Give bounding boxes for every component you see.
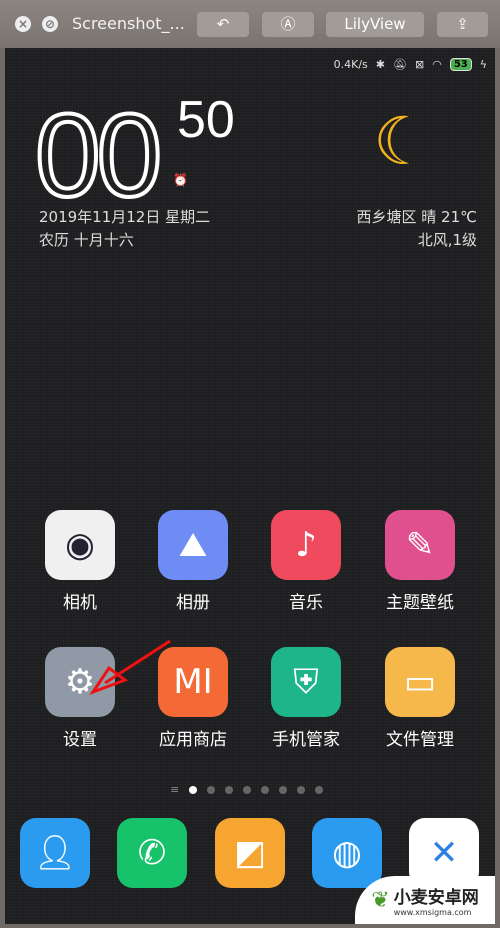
wifi-icon: ◠	[432, 58, 442, 71]
watermark: ❦ 小麦安卓网 www.xmsigma.com	[355, 876, 495, 924]
title-bar: × ⊘ Screenshot_... ↶ Ⓐ LilyView ⇪	[0, 0, 500, 48]
watermark-url: www.xmsigma.com	[393, 908, 472, 917]
clock-minutes[interactable]: 50	[177, 90, 235, 150]
themes-icon: ✎	[385, 510, 455, 580]
charging-icon: ϟ	[479, 58, 487, 71]
moon-icon: ☾	[373, 103, 433, 180]
mute-icon: 🔕︎	[393, 58, 407, 71]
watermark-name: 小麦安卓网	[393, 888, 479, 908]
date-block: 2019年11月12日 星期二 农历 十月十六	[39, 206, 210, 252]
app-security[interactable]: ⛨ 手机管家	[251, 647, 361, 750]
app-label: 设置	[63, 730, 97, 750]
app-label: 音乐	[289, 593, 323, 613]
page-indicator[interactable]: ≡	[170, 783, 324, 796]
dock-phone-icon[interactable]: ✆	[117, 818, 187, 888]
page-dot[interactable]	[207, 785, 216, 794]
dock-messages-icon[interactable]: ◩	[215, 818, 285, 888]
app-themes[interactable]: ✎ 主题壁纸	[365, 510, 475, 613]
menu-icon: ≡	[170, 783, 180, 796]
weather-block[interactable]: 西乡塘区 晴 21℃ 北风,1级	[357, 206, 477, 252]
music-icon: ♪	[271, 510, 341, 580]
rotate-button[interactable]: ↶	[197, 12, 249, 37]
red-arrow-annotation	[89, 639, 171, 696]
app-label: 应用商店	[159, 730, 227, 750]
app-label: 文件管理	[386, 730, 454, 750]
app-file-manager[interactable]: ▭ 文件管理	[365, 647, 475, 750]
app-music[interactable]: ♪ 音乐	[251, 510, 361, 613]
camera-icon: ◉	[45, 510, 115, 580]
weather-wind: 北风,1级	[417, 231, 477, 249]
wheat-logo-icon: ❦	[371, 887, 390, 913]
window-title: Screenshot_...	[72, 14, 185, 33]
security-icon: ⛨	[271, 647, 341, 717]
clock-hours[interactable]: 00	[33, 88, 164, 224]
page-dot[interactable]	[225, 785, 234, 794]
app-gallery[interactable]: ⛰ 相册	[138, 510, 248, 613]
page-dot[interactable]	[243, 785, 252, 794]
alarm-icon: ⏰	[173, 173, 188, 187]
sim-icon: ⊠	[414, 58, 425, 71]
lunar-date: 农历 十月十六	[39, 231, 134, 249]
app-label: 相机	[63, 593, 97, 613]
battery-indicator: 53	[449, 58, 472, 71]
phone-screen: 0.4K/s ✱ 🔕︎ ⊠ ◠ 53 ϟ 00 50 ⏰ 2019年11月12日…	[5, 48, 495, 924]
app-label: 相册	[176, 593, 210, 613]
date: 2019年11月12日 星期二	[39, 208, 211, 226]
page-dot[interactable]	[279, 785, 288, 794]
page-dot-active[interactable]	[189, 785, 198, 794]
weather-location: 西乡塘区 晴 21℃	[356, 208, 477, 226]
gallery-icon: ⛰	[158, 510, 228, 580]
dock-contacts-icon[interactable]: 👤︎	[20, 818, 90, 888]
close-icon[interactable]: ×	[15, 16, 31, 32]
markup-button[interactable]: Ⓐ	[262, 12, 314, 37]
page-dot[interactable]	[297, 785, 306, 794]
dock-browser-icon[interactable]: ◍	[312, 818, 382, 888]
page-dot[interactable]	[315, 785, 324, 794]
bluetooth-icon: ✱	[375, 58, 386, 71]
status-bar: 0.4K/s ✱ 🔕︎ ⊠ ◠ 53 ϟ	[334, 58, 487, 71]
app-label: 主题壁纸	[386, 593, 454, 613]
page-dot[interactable]	[261, 785, 270, 794]
share-button[interactable]: ⇪	[437, 12, 488, 37]
app-label: 手机管家	[272, 730, 340, 750]
open-with-lilyview-button[interactable]: LilyView	[326, 12, 424, 37]
file-manager-icon: ▭	[385, 647, 455, 717]
app-camera[interactable]: ◉ 相机	[25, 510, 135, 613]
disable-icon[interactable]: ⊘	[42, 16, 58, 32]
network-speed: 0.4K/s	[333, 58, 368, 71]
